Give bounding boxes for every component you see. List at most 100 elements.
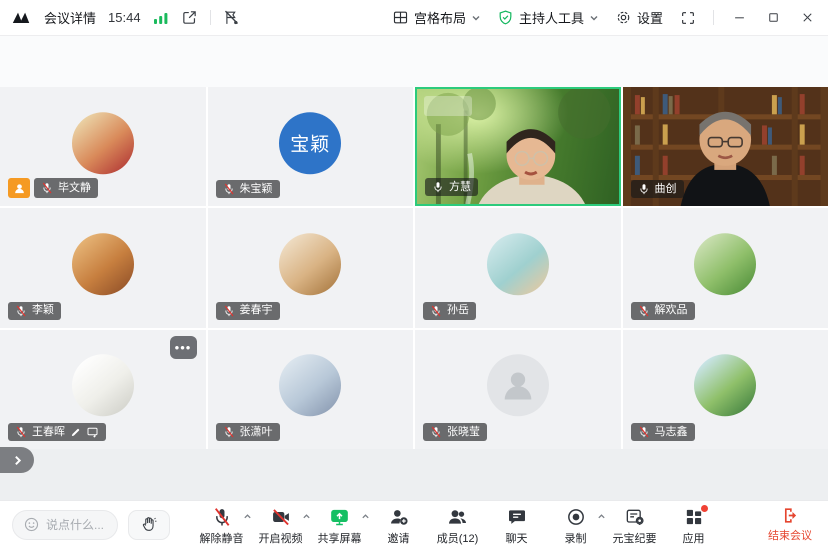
name-tag: 张晓莹: [423, 423, 487, 441]
network-signal-icon[interactable]: [153, 11, 169, 25]
close-button[interactable]: [798, 9, 816, 27]
toolbar-item-label: 聊天: [506, 530, 528, 546]
shield-check-icon: [497, 9, 514, 26]
toolbar-item[interactable]: 聊天: [489, 504, 544, 546]
toolbar-item[interactable]: 开启视频: [253, 504, 308, 546]
participant-tile[interactable]: 曲创: [623, 87, 828, 206]
mic-muted-icon: [223, 183, 235, 195]
smiley-icon: [23, 516, 40, 533]
participant-name: 曲创: [655, 184, 677, 195]
minimize-button[interactable]: [730, 9, 748, 27]
toolbar-item-label: 邀请: [388, 530, 410, 546]
stage-top-strip: [0, 36, 828, 87]
toolbar-item[interactable]: 成员(12): [430, 504, 485, 546]
chat-icon: [507, 507, 527, 527]
layout-switch-button[interactable]: 宫格布局: [392, 8, 481, 27]
raise-hand-button[interactable]: [128, 510, 170, 540]
chevron-up-icon: [361, 512, 370, 521]
chevron-down-icon: [589, 13, 599, 23]
chevron-up-icon: [302, 512, 311, 521]
participant-name: 王春晖: [32, 427, 65, 438]
chevron-up-icon: [243, 512, 252, 521]
name-tag: 王春晖: [8, 423, 106, 441]
name-tag: 姜春宇: [216, 302, 280, 320]
toolbar-item[interactable]: 共享屏幕: [312, 504, 367, 546]
participant-tile[interactable]: 张潇叶: [208, 330, 414, 449]
participant-name: 马志鑫: [655, 427, 688, 438]
participant-tile[interactable]: 姜春宇: [208, 208, 414, 327]
host-badge: [8, 178, 30, 198]
name-tag: 朱宝颖: [216, 180, 280, 198]
photo-avatar: [487, 233, 549, 295]
toolbar-item[interactable]: 录制: [548, 504, 603, 546]
share-window-icon[interactable]: [181, 9, 198, 26]
participant-name: 孙岳: [447, 305, 469, 316]
apps-icon: [684, 507, 704, 527]
participant-tile[interactable]: 孙岳: [415, 208, 621, 327]
photo-avatar: [694, 233, 756, 295]
mic-on-icon: [432, 181, 444, 193]
participant-tile[interactable]: 李颖: [0, 208, 206, 327]
meeting-window: 会议详情 15:44 宫格布局 主持人工具: [0, 0, 828, 548]
participant-tile[interactable]: 王春晖 •••: [0, 330, 206, 449]
stage-bottom-strip: [0, 449, 828, 500]
mic-muted-icon: [638, 305, 650, 317]
toolbar-item-label: 成员(12): [437, 530, 479, 546]
participant-name: 毕文静: [58, 183, 91, 194]
effects-off-icon[interactable]: [223, 9, 240, 26]
initials-avatar: 宝颖: [279, 112, 341, 174]
participant-tile[interactable]: 马志鑫: [623, 330, 828, 449]
participant-name: 朱宝颖: [240, 184, 273, 195]
chevron-down-icon: [471, 13, 481, 23]
participant-tile[interactable]: 方慧: [415, 87, 621, 206]
chevron-right-icon: [12, 455, 23, 466]
bottom-toolbar: 说点什么... 解除静音 开启视频 共享屏幕 邀请 成员(12) 聊天 录制 元…: [0, 500, 828, 548]
photo-avatar: [72, 233, 134, 295]
mic-muted-icon: [41, 182, 53, 194]
host-tools-button[interactable]: 主持人工具: [497, 8, 599, 27]
participant-name: 解欢品: [655, 305, 688, 316]
participant-tile[interactable]: 解欢品: [623, 208, 828, 327]
participant-name: 李颖: [32, 305, 54, 316]
settings-button[interactable]: 设置: [615, 8, 663, 27]
app-logo-icon: [12, 9, 32, 27]
fullscreen-button[interactable]: [679, 9, 697, 27]
photo-avatar: [72, 355, 134, 417]
invite-icon: [389, 507, 409, 527]
photo-avatar: [72, 112, 134, 174]
name-tag: 曲创: [631, 180, 684, 198]
tile-more-button[interactable]: •••: [170, 336, 197, 359]
participant-tile[interactable]: 张晓莹: [415, 330, 621, 449]
name-tag: 马志鑫: [631, 423, 695, 441]
video-watermark: [424, 96, 472, 116]
members-icon: [447, 507, 468, 527]
mic-muted-icon: [223, 305, 235, 317]
notes-icon: [625, 507, 645, 527]
photo-avatar: [279, 355, 341, 417]
chevron-up-icon: [597, 512, 606, 521]
name-tag: 毕文静: [34, 178, 98, 198]
toolbar-item[interactable]: 应用: [666, 504, 721, 546]
mic-muted-icon: [212, 507, 232, 527]
mic-muted-icon: [430, 426, 442, 438]
share-screen-icon: [329, 507, 350, 527]
toolbar-item[interactable]: 解除静音: [194, 504, 249, 546]
participant-grid: 毕文静 宝颖 朱宝颖 方慧 曲创 李颖 姜春宇: [0, 87, 828, 449]
participant-name: 张晓莹: [447, 427, 480, 438]
person-icon: [13, 182, 26, 195]
camera-off-icon: [271, 507, 291, 527]
toolbar-item[interactable]: 元宝纪要: [607, 504, 662, 546]
grid-next-page-arrow[interactable]: [0, 447, 34, 473]
mic-on-icon: [638, 183, 650, 195]
toolbar-item-label: 录制: [565, 530, 587, 546]
participant-name: 张潇叶: [240, 427, 273, 438]
name-tag: 孙岳: [423, 302, 476, 320]
quick-chat-input[interactable]: 说点什么...: [12, 510, 118, 540]
end-meeting-button[interactable]: 结束会议: [764, 506, 816, 543]
participant-tile[interactable]: 毕文静: [0, 87, 206, 206]
toolbar-item[interactable]: 邀请: [371, 504, 426, 546]
participant-name: 姜春宇: [240, 305, 273, 316]
maximize-button[interactable]: [764, 9, 782, 27]
meeting-details-button[interactable]: 会议详情: [44, 8, 96, 27]
participant-tile[interactable]: 宝颖 朱宝颖: [208, 87, 414, 206]
